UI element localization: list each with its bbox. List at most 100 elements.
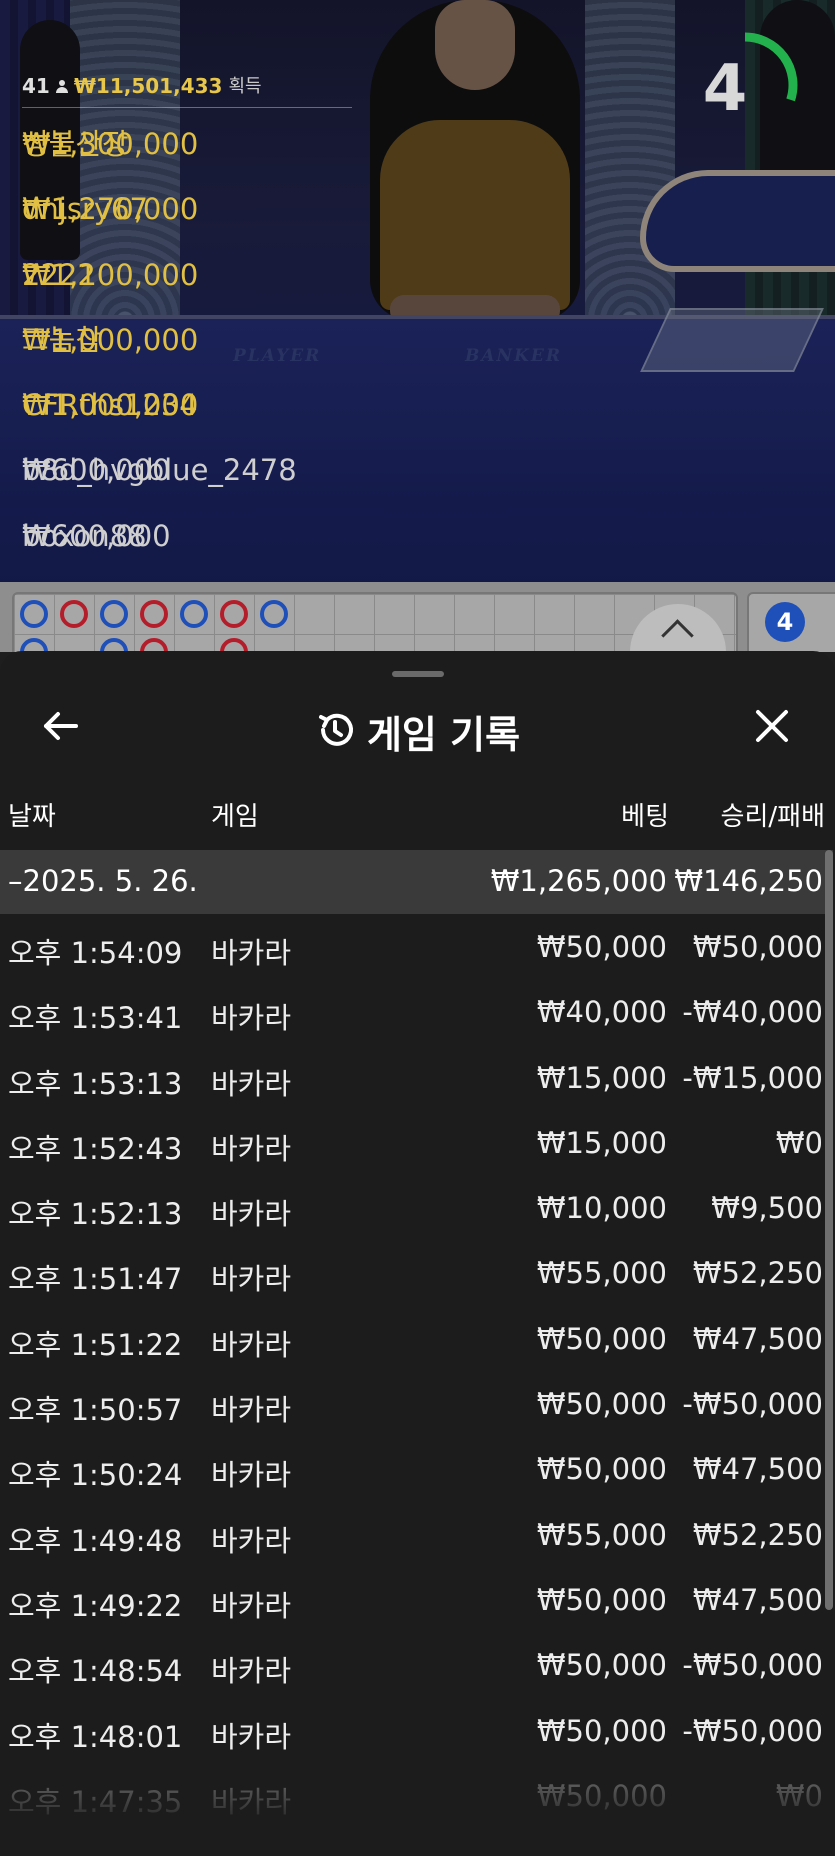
history-row[interactable]: 오후 1:52:43 바카라 ₩15,000 ₩0 <box>0 1110 833 1175</box>
row-game: 바카라 <box>211 1131 292 1166</box>
row-time: 오후 1:48:54 <box>8 1654 183 1689</box>
row-game: 바카라 <box>211 1327 292 1362</box>
history-row[interactable]: 오후 1:49:22 바카라 ₩50,000 ₩47,500 <box>0 1567 833 1632</box>
bead-marker <box>60 600 88 628</box>
row-game: 바카라 <box>211 1588 292 1623</box>
drag-handle[interactable] <box>392 671 444 677</box>
row-time: 오후 1:50:24 <box>8 1458 183 1493</box>
scrollbar[interactable] <box>825 850 833 1610</box>
row-game: 바카라 <box>211 1393 292 1428</box>
row-time: 오후 1:52:13 <box>8 1197 183 1232</box>
row-time: 오후 1:50:57 <box>8 1393 183 1428</box>
player-count: 41 <box>22 74 50 98</box>
game-history-sheet: 게임 기록 날짜 게임 베팅 승리/패배 –2025. 5. 26. ₩1,26… <box>0 651 835 1856</box>
date-group-row[interactable]: –2025. 5. 26. ₩1,265,000 ₩146,250 <box>0 850 833 914</box>
row-bet: ₩50,000 <box>536 1387 667 1422</box>
round-timer: 4 <box>690 30 800 140</box>
history-row[interactable]: 오후 1:48:01 바카라 ₩50,000 -₩50,000 <box>0 1698 833 1763</box>
history-row[interactable]: 오후 1:48:54 바카라 ₩50,000 -₩50,000 <box>0 1632 833 1697</box>
row-time: 오후 1:54:09 <box>8 936 183 970</box>
row-bet: ₩10,000 <box>536 1191 667 1226</box>
winner-row: ₩600,000 b8d_hvgblue_2478 <box>22 438 835 503</box>
winner-row: ₩1,100,000 2222 <box>22 243 835 308</box>
winner-row: ₩600,000 boxon88 <box>22 504 835 569</box>
history-row[interactable]: 오후 1:53:13 바카라 ₩15,000 -₩15,000 <box>0 1045 833 1110</box>
date-group-win-loss-total: ₩146,250 <box>674 864 823 898</box>
bead-marker <box>260 600 288 628</box>
row-bet: ₩50,000 <box>536 1582 667 1617</box>
winner-name: 2222 <box>22 257 96 292</box>
date-group-bet-total: ₩1,265,000 <box>490 864 667 898</box>
earned-label: 획득 <box>228 76 262 97</box>
road-count-badge: 4 <box>765 602 805 642</box>
history-row[interactable]: 오후 1:52:13 바카라 ₩10,000 ₩9,500 <box>0 1175 833 1240</box>
row-bet: ₩50,000 <box>536 1713 667 1748</box>
row-game: 바카라 <box>211 1458 292 1493</box>
row-game: 바카라 <box>211 1262 292 1297</box>
row-win-loss: -₩15,000 <box>682 1060 823 1095</box>
bead-marker <box>20 600 48 628</box>
row-time: 오후 1:51:47 <box>8 1262 183 1297</box>
row-win-loss: ₩9,500 <box>711 1191 823 1226</box>
row-bet: ₩15,000 <box>536 1125 667 1160</box>
bead-marker <box>180 600 208 628</box>
bead-road-strip[interactable]: 4 <box>0 582 835 652</box>
winner-name: CFRths1234 <box>22 388 198 423</box>
row-win-loss: ₩52,250 <box>692 1256 823 1291</box>
live-video-stream: PLAYER BANKER 41 ₩11,501,433 획득 ₩1,300,0… <box>0 0 835 582</box>
row-game: 바카라 <box>211 936 292 970</box>
row-game: 바카라 <box>211 1719 292 1754</box>
row-win-loss: ₩47,500 <box>692 1321 823 1356</box>
row-win-loss: -₩50,000 <box>682 1713 823 1748</box>
bead-marker <box>220 600 248 628</box>
row-game: 바카라 <box>211 1197 292 1232</box>
bead-marker <box>140 638 168 652</box>
sheet-title: 게임 기록 <box>366 713 521 757</box>
row-time: 오후 1:52:43 <box>8 1131 183 1166</box>
bead-marker <box>220 638 248 652</box>
history-row[interactable]: 오후 1:54:09 바카라 ₩50,000 ₩50,000 <box>0 914 833 979</box>
row-bet: ₩55,000 <box>536 1256 667 1291</box>
row-time: 오후 1:49:48 <box>8 1523 183 1558</box>
history-row[interactable]: 오후 1:50:57 바카라 ₩50,000 -₩50,000 <box>0 1371 833 1436</box>
bead-marker <box>20 638 48 652</box>
history-row[interactable]: 오후 1:53:41 바카라 ₩40,000 -₩40,000 <box>0 979 833 1044</box>
road-summary: 4 <box>747 592 835 652</box>
row-win-loss: -₩50,000 <box>682 1648 823 1683</box>
timer-value: 4 <box>702 52 748 126</box>
winners-list: 41 ₩11,501,433 획득 ₩1,300,000 성불산장 ₩1,270,0… <box>22 70 835 569</box>
row-win-loss: ₩52,250 <box>692 1517 823 1552</box>
row-win-loss: ₩47,500 <box>692 1582 823 1617</box>
bead-road-grid <box>12 592 738 652</box>
winner-row: ₩1,000,000 그놈참 <box>22 308 835 373</box>
winners-total: ₩11,501,433 <box>73 74 223 98</box>
row-game: 바카라 <box>211 1523 292 1558</box>
winner-name: b8d_hvgblue_2478 <box>22 453 297 488</box>
row-game: 바카라 <box>211 1001 292 1036</box>
winner-name: 그놈참 <box>22 322 103 357</box>
row-win-loss: ₩0 <box>775 1125 823 1160</box>
row-win-loss: ₩50,000 <box>692 930 823 964</box>
list-fade <box>0 1776 835 1856</box>
divider <box>22 107 352 108</box>
person-icon <box>55 79 68 94</box>
row-time: 오후 1:48:01 <box>8 1719 183 1754</box>
winner-name: 성불산장 <box>22 127 129 161</box>
bead-marker <box>140 600 168 628</box>
history-row[interactable]: 오후 1:51:47 바카라 ₩55,000 ₩52,250 <box>0 1240 833 1305</box>
history-row[interactable]: 오후 1:51:22 바카라 ₩50,000 ₩47,500 <box>0 1306 833 1371</box>
winner-row: ₩1,270,000 dnjsry67 <box>22 177 835 242</box>
row-time: 오후 1:53:41 <box>8 1001 183 1036</box>
row-win-loss: -₩40,000 <box>682 995 823 1030</box>
history-row[interactable]: 오후 1:49:48 바카라 ₩55,000 ₩52,250 <box>0 1502 833 1567</box>
history-row[interactable]: 오후 1:50:24 바카라 ₩50,000 ₩47,500 <box>0 1436 833 1501</box>
bead-marker <box>100 638 128 652</box>
column-headers: 날짜 게임 베팅 승리/패배 <box>0 796 835 832</box>
winner-name: boxon88 <box>22 518 147 553</box>
date-group-date: –2025. 5. 26. <box>8 864 198 898</box>
column-game: 게임 <box>211 802 259 832</box>
row-bet: ₩55,000 <box>536 1517 667 1552</box>
history-table[interactable]: –2025. 5. 26. ₩1,265,000 ₩146,250 오후 1:5… <box>0 850 835 1828</box>
bead-marker <box>100 600 128 628</box>
close-icon[interactable] <box>752 706 792 746</box>
